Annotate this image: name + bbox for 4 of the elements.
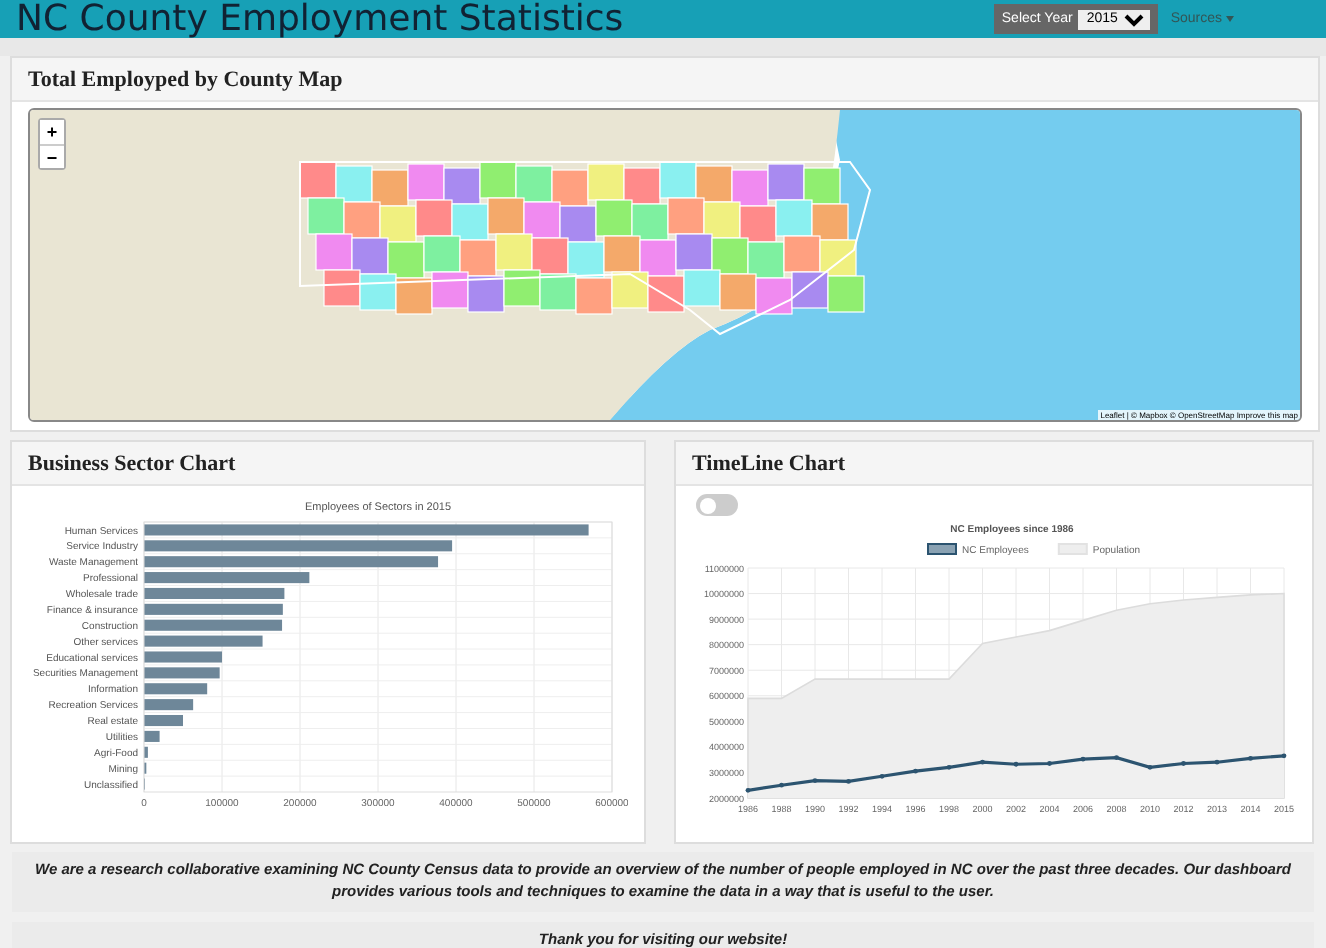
page-title: NC County Employment Statistics xyxy=(16,0,626,40)
panel-title: Total Employped by County Map xyxy=(28,67,343,91)
panel-title: TimeLine Chart xyxy=(692,451,845,475)
panel-title: Business Sector Chart xyxy=(28,451,236,475)
